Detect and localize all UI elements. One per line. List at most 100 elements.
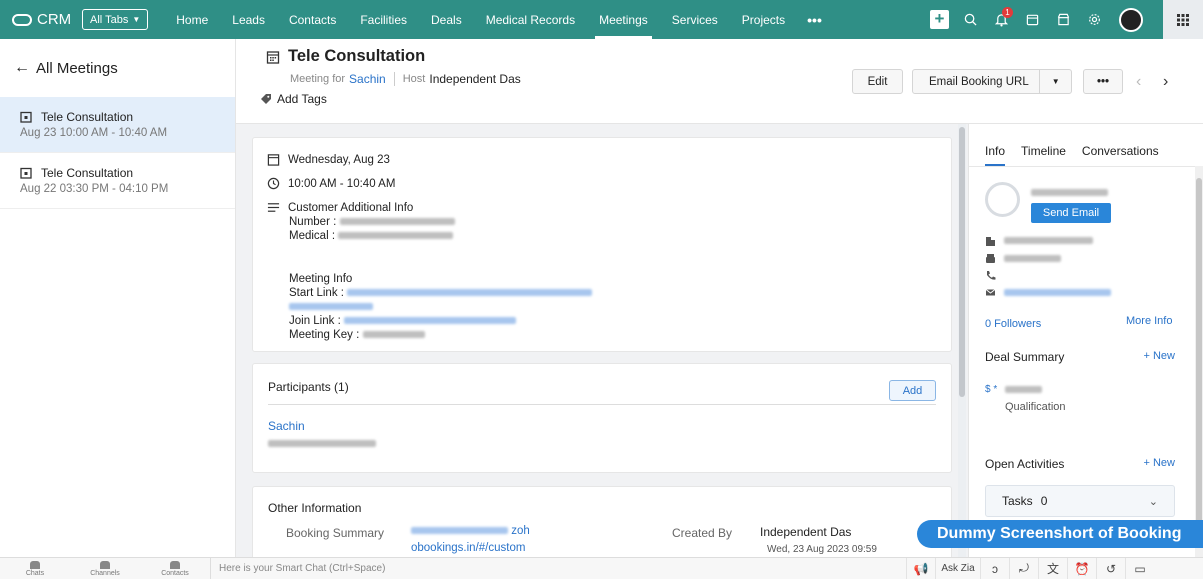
scrollbar-thumb[interactable]	[959, 127, 965, 397]
announcement-icon[interactable]: 📢	[906, 557, 935, 579]
account-name[interactable]	[1004, 237, 1093, 244]
tab-home[interactable]: Home	[164, 0, 220, 39]
tab-contacts[interactable]: Contacts	[277, 0, 348, 39]
create-button[interactable]: +	[924, 10, 955, 29]
created-by-value: Independent Das	[760, 525, 852, 539]
page-title: Tele Consultation	[266, 47, 425, 66]
more-tabs-button[interactable]: •••	[797, 0, 832, 39]
caret-down-icon[interactable]: ▼	[1039, 70, 1071, 93]
divider	[268, 404, 936, 405]
participants-card: Participants (1) Add Sachin	[252, 363, 952, 473]
start-link-continued[interactable]	[289, 303, 373, 311]
tab-leads[interactable]: Leads	[220, 0, 277, 39]
join-link-label: Join Link :	[289, 315, 341, 327]
participant-email	[268, 436, 376, 450]
ask-zia-button[interactable]: Ask Zia	[935, 557, 980, 579]
booking-summary-link-line2[interactable]: obookings.in/#/custom	[411, 542, 525, 554]
deal-stage: Qualification	[1005, 401, 1066, 413]
redacted-medical	[338, 232, 454, 240]
contact-avatar	[985, 182, 1020, 217]
meeting-for-link[interactable]: Sachin	[349, 72, 386, 86]
history-icon[interactable]: ↺	[1096, 557, 1125, 579]
created-time: Wed, 23 Aug 2023 09:59	[767, 544, 877, 555]
app-switcher-button[interactable]	[1163, 0, 1203, 39]
zia-icon[interactable]: ↄ	[980, 557, 1009, 579]
scrollbar-thumb[interactable]	[1196, 178, 1202, 548]
tasks-dropdown[interactable]: Tasks 0 ⌄	[985, 485, 1175, 517]
new-deal-button[interactable]: + New	[1144, 350, 1176, 362]
new-activity-button[interactable]: + New	[1144, 457, 1176, 469]
time-row: 10:00 AM - 10:40 AM	[267, 177, 395, 190]
tab-medical-records[interactable]: Medical Records	[474, 0, 587, 39]
calendar-icon	[20, 167, 32, 179]
profile-button[interactable]	[1110, 7, 1152, 32]
tab-info[interactable]: Info	[985, 144, 1006, 166]
tab-timeline[interactable]: Timeline	[1021, 144, 1066, 166]
channels-label: Channels	[90, 569, 120, 577]
more-info-link[interactable]: More Info	[1126, 315, 1172, 327]
tab-meetings[interactable]: Meetings	[587, 0, 660, 39]
info-side-panel: Info Timeline Conversations Send Email 0…	[968, 124, 1203, 557]
meeting-list-item[interactable]: Tele Consultation Aug 22 03:30 PM - 04:1…	[0, 153, 235, 209]
bottom-actions: 📢 Ask Zia ↄ ⤾ 文 ⏰ ↺ ▭	[906, 557, 1154, 579]
tab-deals[interactable]: Deals	[419, 0, 474, 39]
participant-name[interactable]: Sachin	[268, 419, 305, 433]
tab-projects[interactable]: Projects	[730, 0, 797, 39]
tab-services[interactable]: Services	[660, 0, 730, 39]
next-record-icon[interactable]: ›	[1163, 73, 1168, 91]
marketplace-button[interactable]	[1048, 13, 1079, 26]
settings-button[interactable]	[1079, 13, 1110, 26]
meeting-info-block: Meeting Info Start Link : Join Link : Me…	[289, 272, 593, 342]
meeting-time: Aug 23 10:00 AM - 10:40 AM	[20, 127, 168, 139]
mobile-row	[985, 270, 996, 281]
search-button[interactable]	[955, 13, 986, 26]
previous-record-icon[interactable]: ‹	[1136, 73, 1141, 91]
calendar-icon	[266, 50, 280, 64]
more-actions-button[interactable]: •••	[1083, 69, 1123, 94]
contacts-button[interactable]: Contacts	[140, 560, 210, 577]
tab-facilities[interactable]: Facilities	[348, 0, 419, 39]
participants-title: Participants (1)	[268, 380, 349, 394]
meeting-list-item[interactable]: Tele Consultation Aug 23 10:00 AM - 10:4…	[0, 97, 235, 153]
booking-summary-link[interactable]: zoh	[411, 525, 530, 537]
grid-icon	[1177, 13, 1189, 26]
all-tabs-dropdown[interactable]: All Tabs ▼	[82, 9, 149, 30]
phone-row	[985, 253, 1061, 264]
tasks-label: Tasks	[1002, 494, 1033, 508]
notes-icon[interactable]: ▭	[1125, 557, 1154, 579]
smart-chat-input[interactable]: Here is your Smart Chat (Ctrl+Space)	[210, 557, 906, 579]
contact-name[interactable]	[1031, 185, 1108, 199]
alarm-icon[interactable]: ⏰	[1067, 557, 1096, 579]
main-scrollbar[interactable]	[958, 124, 966, 557]
side-panel-scrollbar[interactable]	[1195, 166, 1203, 557]
email-booking-url-button[interactable]: Email Booking URL ▼	[912, 69, 1072, 94]
crm-logo-icon	[12, 13, 32, 26]
tour-icon[interactable]: ⤾	[1009, 557, 1038, 579]
caret-down-icon: ▼	[132, 15, 141, 24]
send-email-button[interactable]: Send Email	[1031, 203, 1111, 223]
start-link[interactable]	[347, 289, 593, 297]
crm-logo[interactable]: CRM	[0, 11, 82, 28]
translate-icon[interactable]: 文	[1038, 557, 1067, 579]
description-row: Customer Additional Info	[267, 201, 413, 214]
followers-link[interactable]: 0 Followers	[985, 318, 1041, 330]
phone-number[interactable]	[1004, 255, 1061, 262]
user-avatar	[1119, 7, 1143, 32]
add-tags-button[interactable]: Add Tags	[260, 92, 327, 106]
tab-conversations[interactable]: Conversations	[1082, 144, 1159, 166]
dollar-icon: $ *	[985, 384, 998, 395]
chats-button[interactable]: Chats	[0, 560, 70, 577]
deal-name[interactable]	[1005, 386, 1043, 393]
contact-email[interactable]	[1004, 289, 1111, 296]
join-link[interactable]	[343, 317, 516, 325]
tasks-count: 0	[1040, 494, 1048, 508]
notifications-button[interactable]: 1	[986, 6, 1017, 27]
calendar-button[interactable]	[1017, 13, 1048, 26]
meeting-title: Tele Consultation	[41, 110, 134, 124]
add-participant-button[interactable]: Add	[889, 380, 936, 401]
channels-button[interactable]: Channels	[70, 560, 140, 577]
back-to-meetings[interactable]: ← All Meetings	[0, 39, 235, 97]
contacts-icon	[170, 560, 180, 569]
back-label: All Meetings	[36, 59, 118, 77]
edit-button[interactable]: Edit	[852, 69, 903, 94]
